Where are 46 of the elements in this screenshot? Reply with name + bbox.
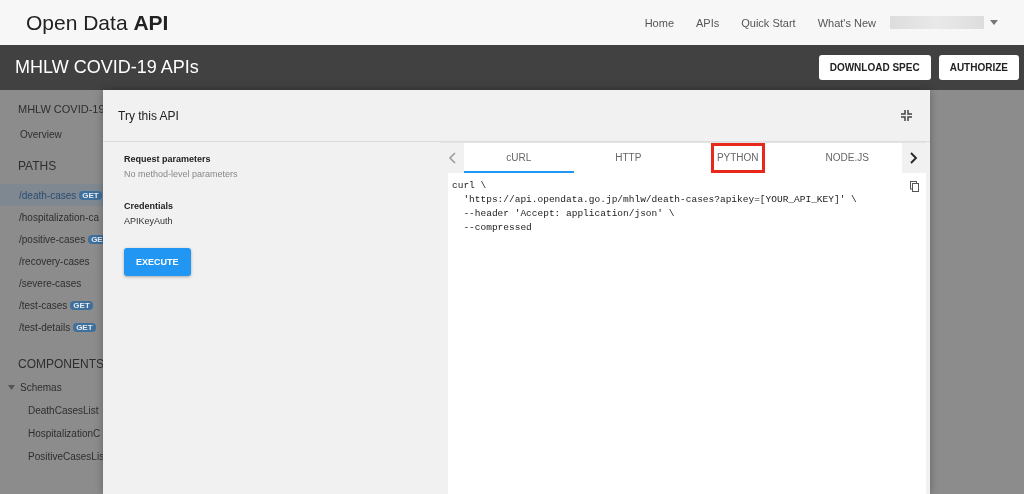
field-label: Request parameters (124, 154, 212, 164)
tree-item[interactable]: HospitalizationC (28, 428, 103, 439)
section-heading: PATHS (18, 159, 58, 173)
field-value: No method-level parameters (124, 169, 239, 179)
copy-icon[interactable] (910, 181, 919, 192)
path-label: /test-cases (19, 299, 68, 311)
nav-link[interactable]: What's New (817, 16, 876, 29)
path-label: /severe-cases (19, 277, 82, 289)
dialog-title: Try this API (118, 108, 179, 123)
sidebar-item[interactable]: Overview (20, 129, 103, 140)
method-badge: GET (73, 322, 96, 332)
field-label: Credentials (124, 201, 175, 211)
header-button[interactable]: AUTHORIZE (938, 55, 1019, 80)
path-label: /test-details (19, 321, 71, 333)
method-badge: GET (70, 300, 93, 310)
tab[interactable]: NODE.JS (819, 143, 875, 173)
method-badge: GET (79, 190, 102, 200)
path-label: /positive-cases (19, 233, 86, 245)
execute-button[interactable]: EXECUTE (124, 248, 191, 276)
tree-item[interactable]: Schemas (8, 382, 103, 393)
path-item[interactable]: /death-cases GET (0, 184, 103, 206)
site-logo[interactable]: Open Data API (26, 10, 169, 35)
code-text: curl \ 'https://api.opendata.go.jp/mhlw/death-cases?apikey=[YOUR_API_KEY]' \ --header 'Accept: application/json' \ --compressed (452, 179, 857, 235)
path-item[interactable]: /severe-cases (0, 272, 103, 294)
field-value: APIKeyAuth (124, 216, 174, 226)
page-title: MHLW COVID-19 APIs (15, 57, 199, 78)
tree-label: Schemas (20, 382, 62, 393)
caret-icon[interactable] (990, 20, 998, 25)
path-label: /recovery-cases (19, 255, 90, 267)
sidebar-title: MHLW COVID-19 (18, 103, 103, 115)
tab[interactable]: PYTHON (710, 143, 765, 173)
tree-item[interactable]: PositiveCasesLis (28, 451, 103, 462)
tab[interactable]: HTTP (609, 143, 648, 173)
path-label: /hospitalization-ca (19, 211, 100, 223)
nav-link[interactable]: Quick Start (741, 16, 796, 29)
collapse-icon[interactable] (901, 110, 912, 121)
tree-item[interactable]: DeathCasesList (28, 405, 103, 416)
nav-link[interactable]: Home (644, 16, 674, 29)
section-heading: COMPONENTS (18, 357, 103, 371)
path-item[interactable]: /recovery-cases (0, 250, 103, 272)
path-item[interactable]: /hospitalization-ca (0, 206, 103, 228)
nav-link[interactable]: APIs (696, 16, 720, 29)
path-label: /death-cases (19, 189, 77, 201)
path-item[interactable]: /test-details GET (0, 316, 103, 338)
path-item[interactable]: /test-cases GET (0, 294, 103, 316)
header-button[interactable]: DOWNLOAD SPEC (818, 55, 931, 80)
